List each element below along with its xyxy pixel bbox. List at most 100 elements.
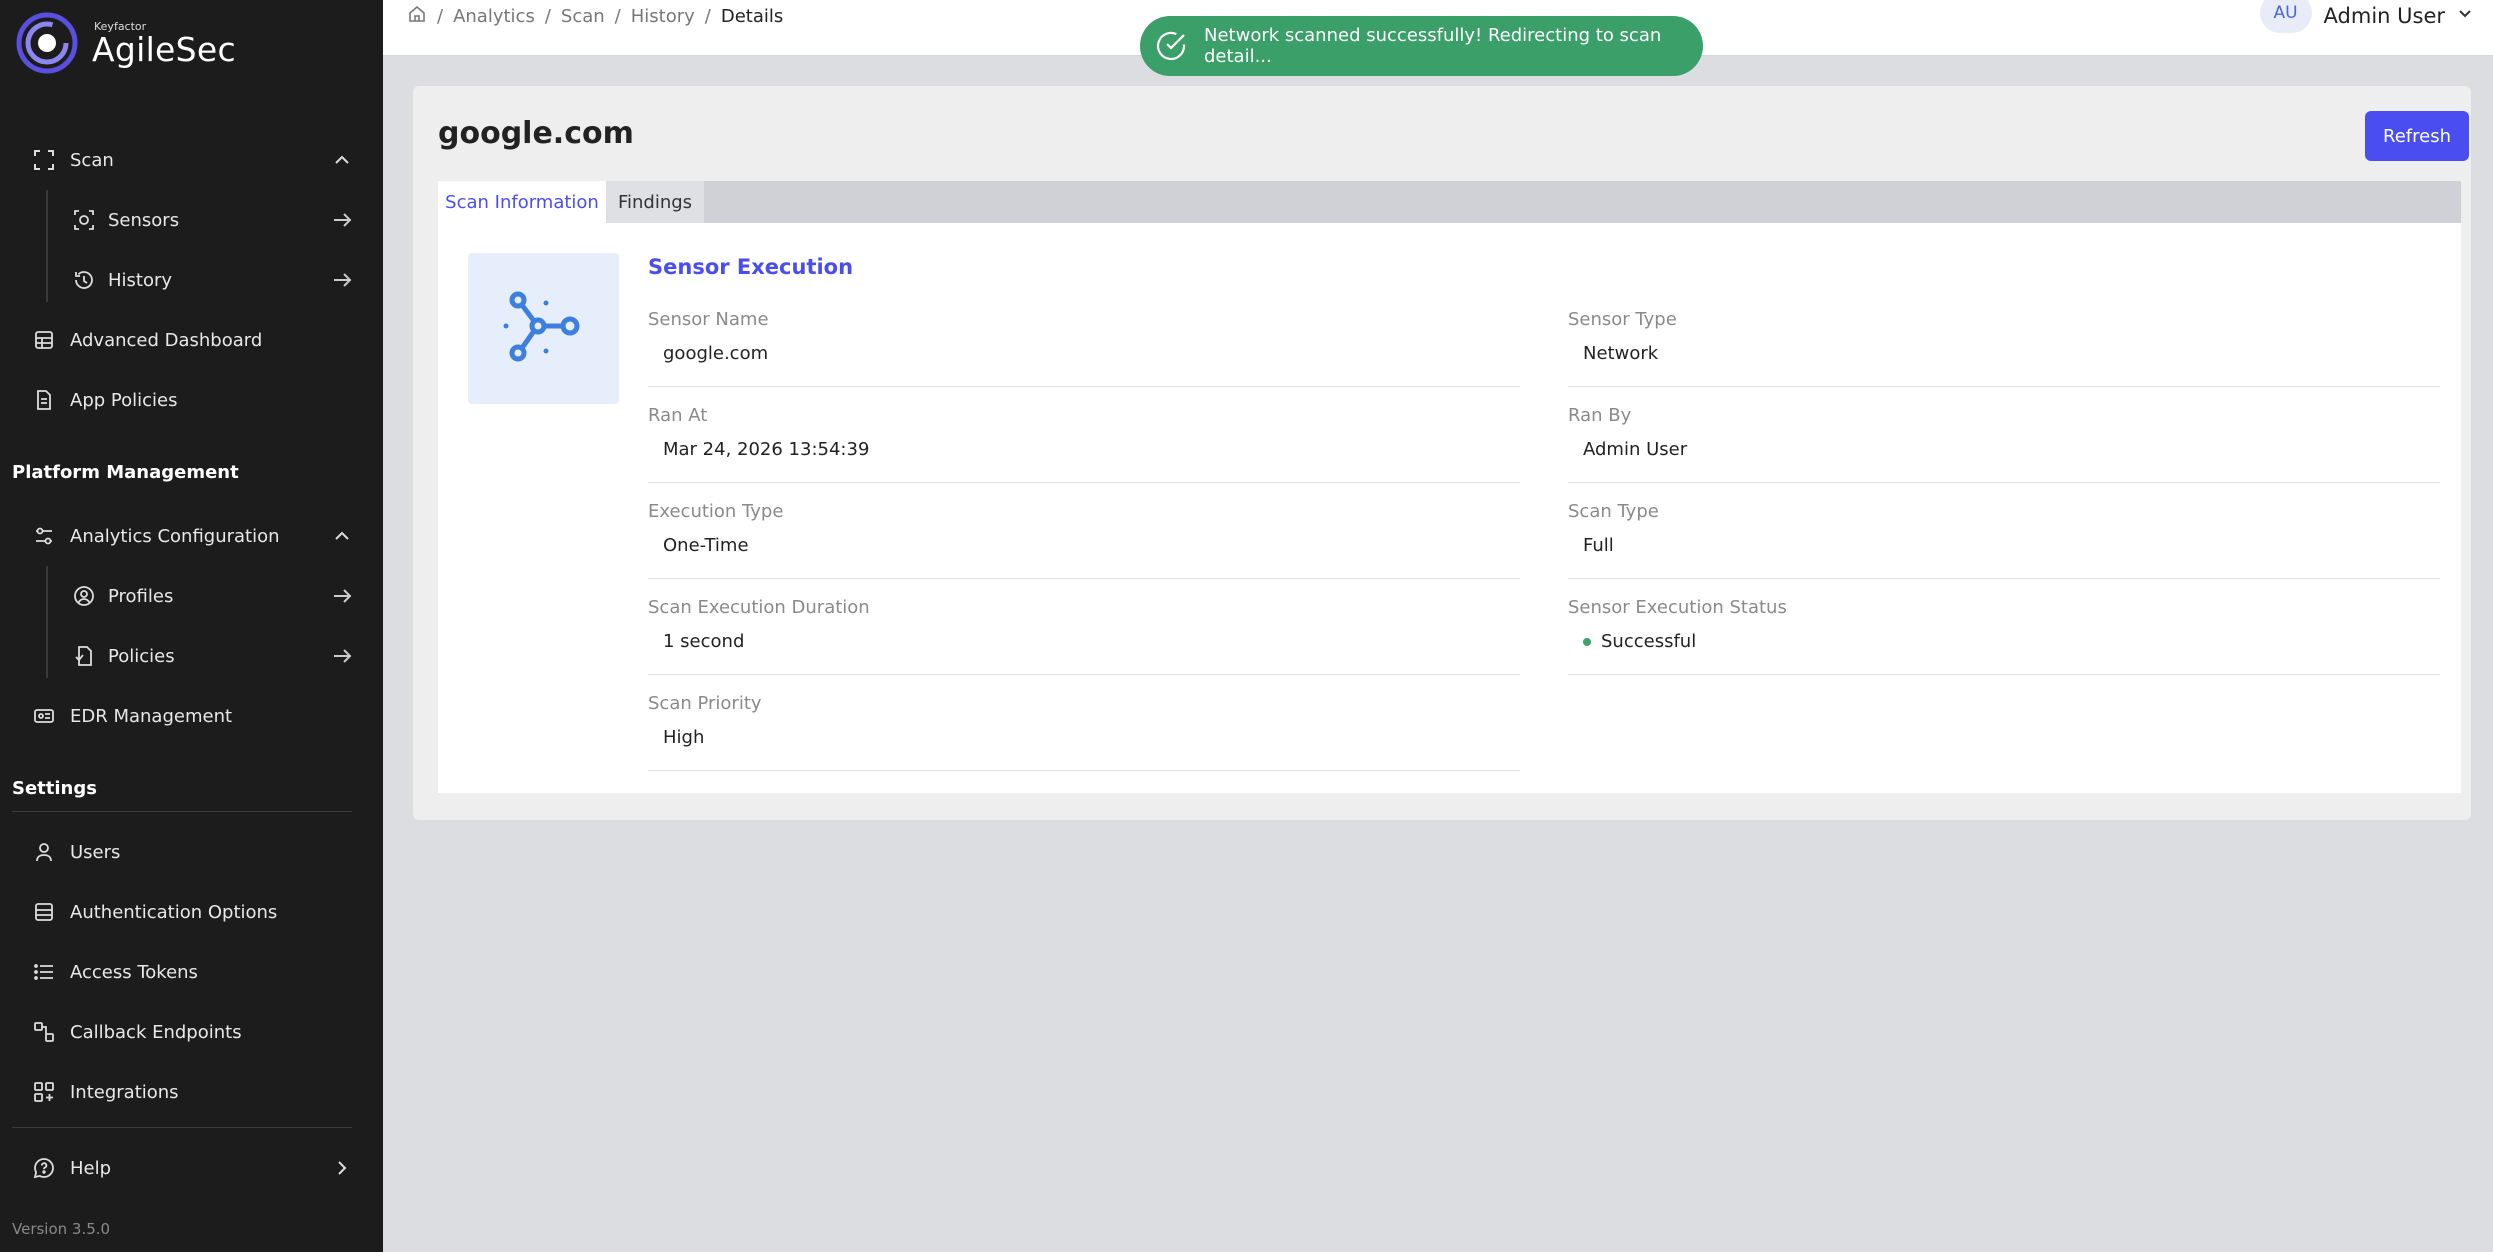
sidebar-item-label: Integrations (70, 1081, 179, 1103)
history-icon (72, 268, 96, 292)
sidebar-item-label: History (108, 269, 173, 291)
field-sensor-type: Sensor Type Network (1568, 309, 2440, 387)
sidebar-item-history[interactable]: History (12, 252, 364, 308)
sidebar-item-sensors[interactable]: Sensors (12, 192, 364, 248)
breadcrumb-scan[interactable]: Scan (561, 6, 605, 27)
chevron-up-icon (330, 148, 354, 172)
tab-findings[interactable]: Findings (606, 181, 704, 223)
sidebar-item-analytics-configuration[interactable]: Analytics Configuration (12, 508, 364, 564)
field-execution-type: Execution Type One-Time (648, 501, 1520, 579)
arrow-right-icon (330, 644, 354, 668)
home-icon[interactable] (407, 4, 427, 29)
breadcrumb-separator: / (544, 6, 551, 27)
chevron-right-icon (330, 1156, 354, 1180)
sidebar-item-callback-endpoints[interactable]: Callback Endpoints (12, 1004, 364, 1060)
toast-message: Network scanned successfully! Redirectin… (1204, 25, 1662, 67)
sidebar-item-users[interactable]: Users (12, 824, 364, 880)
field-ran-at: Ran At Mar 24, 2026 13:54:39 (648, 405, 1520, 483)
version-label: Version 3.5.0 (12, 1220, 111, 1238)
breadcrumb-analytics[interactable]: Analytics (453, 6, 535, 27)
policy-document-icon (72, 644, 96, 668)
status-dot (1583, 637, 1591, 646)
sidebar-item-label: Access Tokens (70, 961, 198, 983)
scan-details-card: google.com Refresh Scan Information Find… (413, 86, 2471, 820)
sidebar-item-advanced-dashboard[interactable]: Advanced Dashboard (12, 312, 364, 368)
breadcrumb: / Analytics / Scan / History / Details (407, 4, 783, 29)
field-value: 1 second (663, 631, 745, 652)
sidebar-item-help[interactable]: Help (12, 1140, 364, 1196)
field-label: Sensor Type (1568, 309, 1677, 330)
sidebar-item-edr-management[interactable]: EDR Management (12, 688, 364, 744)
field-label: Scan Type (1568, 501, 1659, 522)
field-label: Ran By (1568, 405, 1632, 426)
sidebar-item-authentication-options[interactable]: Authentication Options (12, 884, 364, 940)
sidebar-item-label: Advanced Dashboard (70, 329, 263, 351)
sidebar-item-profiles[interactable]: Profiles (12, 568, 364, 624)
user-name: Admin User (2323, 4, 2445, 28)
sidebar-item-scan[interactable]: Scan (12, 132, 364, 188)
sidebar-item-integrations[interactable]: Integrations (12, 1064, 364, 1120)
field-value: google.com (663, 343, 769, 364)
breadcrumb-separator: / (437, 6, 444, 27)
field-scan-execution-duration: Scan Execution Duration 1 second (648, 597, 1520, 675)
sidebar-item-label: Policies (108, 645, 175, 667)
sidebar-item-label: Authentication Options (70, 901, 278, 923)
success-toast: Network scanned successfully! Redirectin… (1140, 16, 1703, 76)
field-label: Scan Execution Duration (648, 597, 870, 618)
user-menu[interactable]: AU Admin User (2259, 0, 2475, 33)
brand-name: AgileSec (92, 29, 236, 69)
divider (12, 811, 352, 812)
arrow-right-icon (330, 584, 354, 608)
integrations-icon (32, 1080, 56, 1104)
sidebar-item-policies[interactable]: Policies (12, 628, 364, 684)
breadcrumb-separator: / (614, 6, 621, 27)
field-value: High (663, 727, 705, 748)
sidebar-item-app-policies[interactable]: App Policies (12, 372, 364, 428)
breadcrumb-history[interactable]: History (631, 6, 695, 27)
sidebar-item-label: Profiles (108, 585, 174, 607)
field-value: One-Time (663, 535, 749, 556)
divider (12, 1127, 352, 1128)
agilesec-logo-icon (16, 12, 78, 74)
field-sensor-name: Sensor Name google.com (648, 309, 1520, 387)
check-circle-icon (1154, 29, 1188, 63)
sidebar-item-label: App Policies (70, 389, 178, 411)
network-icon (468, 253, 619, 404)
field-scan-type: Scan Type Full (1568, 501, 2440, 579)
field-label: Ran At (648, 405, 708, 426)
chevron-up-icon (330, 524, 354, 548)
field-label: Execution Type (648, 501, 784, 522)
field-label: Sensor Execution Status (1568, 597, 1787, 618)
section-heading: Sensor Execution (648, 255, 854, 279)
breadcrumb-separator: / (704, 6, 711, 27)
brand-logo[interactable]: Keyfactor AgileSec (16, 12, 236, 74)
field-scan-priority: Scan Priority High (648, 693, 1520, 771)
status-value: Successful (1583, 631, 1696, 652)
field-value: Network (1583, 343, 1659, 364)
field-label: Scan Priority (648, 693, 762, 714)
sensors-icon (72, 208, 96, 232)
sidebar-item-access-tokens[interactable]: Access Tokens (12, 944, 364, 1000)
scan-information-panel: Sensor Execution Sensor Name google.com … (438, 223, 2461, 793)
arrow-right-icon (330, 268, 354, 292)
tab-scan-information[interactable]: Scan Information (438, 181, 606, 223)
field-ran-by: Ran By Admin User (1568, 405, 2440, 483)
status-text: Successful (1601, 631, 1697, 652)
sidebar-item-label: Analytics Configuration (70, 525, 280, 547)
scan-icon (32, 148, 56, 172)
id-card-icon (32, 704, 56, 728)
sidebar: Keyfactor AgileSec Scan Sensors History (0, 0, 383, 1252)
sidebar-item-label: Users (70, 841, 121, 863)
sidebar-item-label: EDR Management (70, 705, 233, 727)
avatar: AU (2259, 0, 2312, 33)
field-value: Mar 24, 2026 13:54:39 (663, 439, 870, 460)
field-value: Admin User (1583, 439, 1688, 460)
sidebar-item-label: Callback Endpoints (70, 1021, 242, 1043)
field-sensor-execution-status: Sensor Execution Status Successful (1568, 597, 2440, 675)
section-title-settings: Settings (12, 778, 97, 799)
refresh-button[interactable]: Refresh (2365, 111, 2469, 161)
breadcrumb-current: Details (720, 6, 784, 27)
user-icon (32, 840, 56, 864)
page-title: google.com (438, 116, 634, 151)
section-title-platform: Platform Management (12, 462, 239, 483)
